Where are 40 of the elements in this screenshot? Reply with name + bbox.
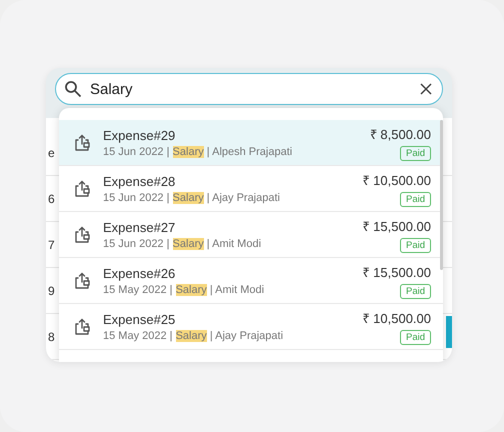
expense-details: 15 May 2022 | Salary | Ajay Prajapati bbox=[103, 330, 284, 342]
expense-title: Expense#27 bbox=[103, 220, 176, 234]
expense-title: Expense#29 bbox=[103, 128, 176, 142]
search-field[interactable]: Salary bbox=[55, 73, 443, 105]
expense-title: Expense#28 bbox=[103, 174, 176, 188]
status-badge: Paid bbox=[400, 330, 431, 344]
result-item[interactable]: Expense#27 15 Jun 2022 | Salary | Amit Modi ₹ 15,500.00 Paid bbox=[59, 212, 443, 258]
wallet-upload-icon bbox=[73, 134, 91, 152]
table-cell: e bbox=[48, 146, 55, 160]
amount: ₹ 10,500.00 bbox=[362, 310, 431, 326]
table-cell: 6 bbox=[48, 192, 55, 206]
status-badge: Paid bbox=[400, 192, 431, 206]
expense-details: 15 Jun 2022 | Salary | Amit Modi bbox=[103, 238, 262, 250]
search-input[interactable]: Salary bbox=[90, 80, 412, 98]
result-item[interactable]: Expense#28 15 Jun 2022 | Salary | Ajay Prajapati ₹ 10,500.00 Paid bbox=[59, 166, 443, 212]
table-cell: 7 bbox=[48, 238, 55, 252]
result-item[interactable]: Expense#29 15 Jun 2022 | Salary | Alpesh Prajapati ₹ 8,500.00 Paid bbox=[59, 120, 443, 166]
wallet-upload-icon bbox=[73, 272, 91, 290]
amount: ₹ 10,500.00 bbox=[362, 172, 431, 188]
amount: ₹ 8,500.00 bbox=[370, 126, 431, 142]
expense-details: 15 Jun 2022 | Salary | Alpesh Prajapati bbox=[103, 146, 294, 158]
result-item[interactable]: Expense#26 15 May 2022 | Salary | Amit Modi ₹ 15,500.00 Paid bbox=[59, 258, 443, 304]
expense-title: Expense#25 bbox=[103, 312, 176, 326]
expense-title: Expense#26 bbox=[103, 266, 176, 280]
amount: ₹ 15,500.00 bbox=[362, 218, 431, 234]
table-cell: 8 bbox=[48, 330, 55, 344]
status-badge: Paid bbox=[400, 146, 431, 160]
close-icon[interactable] bbox=[420, 83, 432, 95]
result-item[interactable]: Expense#25 15 May 2022 | Salary | Ajay Prajapati ₹ 10,500.00 Paid bbox=[59, 304, 443, 350]
search-icon bbox=[64, 80, 82, 98]
wallet-upload-icon bbox=[73, 226, 91, 244]
table-cell: 9 bbox=[48, 284, 55, 298]
status-badge: Paid bbox=[400, 284, 431, 298]
expense-details: 15 Jun 2022 | Salary | Ajay Prajapati bbox=[103, 192, 281, 204]
status-badge: Paid bbox=[400, 238, 431, 252]
wallet-upload-icon bbox=[73, 318, 91, 336]
scrollbar[interactable] bbox=[440, 120, 443, 270]
wallet-upload-icon bbox=[73, 180, 91, 198]
amount: ₹ 15,500.00 bbox=[362, 264, 431, 280]
expense-details: 15 May 2022 | Salary | Amit Modi bbox=[103, 284, 266, 296]
